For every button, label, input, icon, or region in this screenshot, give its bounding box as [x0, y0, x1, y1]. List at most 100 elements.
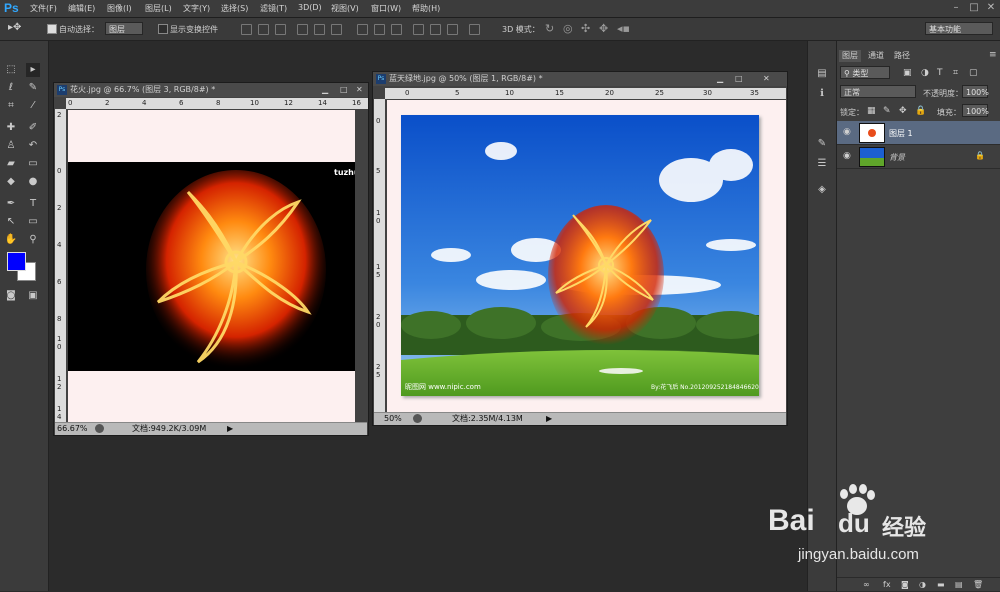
auto-align-icon[interactable] [469, 24, 480, 35]
eyedropper-tool-icon[interactable]: ⁄ [26, 99, 40, 113]
tab-layers[interactable]: 图层 [839, 50, 861, 62]
align-hcenter-icon[interactable] [314, 24, 325, 35]
lock-pixels-icon[interactable]: ✎ [883, 106, 891, 116]
show-transform-checkbox[interactable] [158, 24, 168, 34]
align-right-icon[interactable] [331, 24, 342, 35]
document-tab[interactable]: Ps 花火.jpg @ 66.7% (图层 3, RGB/8#) * ▁ □ ✕ [54, 83, 368, 97]
3d-scale-icon[interactable]: ◂▪ [617, 22, 630, 35]
3d-slide-icon[interactable]: ✥ [599, 22, 608, 35]
shape-tool-icon[interactable]: ▭ [26, 215, 40, 229]
auto-select-checkbox[interactable] [47, 24, 57, 34]
3d-panel-icon[interactable]: ◈ [815, 183, 829, 197]
adjustments-panel-icon[interactable]: ☰ [815, 157, 829, 171]
menu-edit[interactable]: 编辑(E) [68, 3, 95, 14]
layer-name[interactable]: 图层 1 [889, 128, 913, 139]
zoom-level[interactable]: 50% [384, 413, 402, 425]
move-tool-icon[interactable]: ▸✥ [8, 22, 21, 33]
panel-menu-icon[interactable]: ≡ [989, 50, 997, 60]
quick-mask-icon[interactable]: ◙ [4, 289, 18, 303]
dodge-tool-icon[interactable]: ● [26, 175, 40, 189]
document-window-huohua[interactable]: Ps 花火.jpg @ 66.7% (图层 3, RGB/8#) * ▁ □ ✕… [53, 82, 369, 436]
status-info-icon[interactable] [413, 414, 422, 423]
menu-layer[interactable]: 图层(L) [145, 3, 172, 14]
new-group-icon[interactable]: ▬ [937, 580, 945, 589]
menu-window[interactable]: 窗口(W) [371, 3, 401, 14]
layer-filter-select[interactable]: ⚲ 类型 [840, 66, 890, 79]
layer-name[interactable]: 背景 [889, 152, 905, 163]
marquee-tool-icon[interactable]: ⬚ [4, 63, 18, 77]
menu-select[interactable]: 选择(S) [221, 3, 248, 14]
3d-rotate-icon[interactable]: ↻ [545, 22, 554, 35]
status-menu-arrow-icon[interactable]: ▶ [227, 423, 233, 435]
lock-position-icon[interactable]: ✥ [899, 106, 907, 116]
new-layer-icon[interactable]: ▤ [955, 580, 963, 589]
filter-shape-icon[interactable]: ⌗ [953, 68, 958, 78]
filter-adjustment-icon[interactable]: ◑ [921, 68, 929, 78]
doc-close-button[interactable]: ✕ [356, 83, 363, 97]
3d-drag-icon[interactable]: ✣ [581, 22, 590, 35]
status-info-icon[interactable] [95, 424, 104, 433]
auto-select-target-select[interactable]: 图层 [105, 22, 143, 35]
lasso-tool-icon[interactable]: ℓ [4, 81, 18, 95]
distribute-vcenter-icon[interactable] [374, 24, 385, 35]
layer-style-icon[interactable]: fx [883, 580, 891, 589]
path-select-tool-icon[interactable]: ↖ [4, 215, 18, 229]
minimize-button[interactable]: – [948, 1, 964, 15]
distribute-left-icon[interactable] [413, 24, 424, 35]
crop-tool-icon[interactable]: ⌗ [4, 99, 18, 113]
history-brush-tool-icon[interactable]: ↶ [26, 139, 40, 153]
filter-smart-object-icon[interactable]: ▢ [969, 68, 978, 78]
menu-type[interactable]: 文字(Y) [183, 3, 210, 14]
fire-flower-image[interactable]: tuzhu [68, 162, 355, 371]
brush-panel-icon[interactable]: ✎ [815, 137, 829, 151]
eye-icon[interactable]: ◉ [843, 151, 851, 161]
layer-row[interactable]: ◉ 图层 1 [837, 121, 1000, 145]
doc-minimize-button[interactable]: ▁ [717, 72, 723, 86]
screen-mode-icon[interactable]: ▣ [26, 289, 40, 303]
clone-stamp-tool-icon[interactable]: ♙ [4, 139, 18, 153]
menu-file[interactable]: 文件(F) [30, 3, 57, 14]
opacity-field[interactable]: 100% [962, 85, 989, 98]
history-panel-icon[interactable]: ▤ [815, 67, 829, 81]
workspace-select[interactable]: 基本功能 [925, 22, 993, 35]
type-tool-icon[interactable]: T [26, 197, 40, 211]
gradient-tool-icon[interactable]: ▭ [26, 157, 40, 171]
distribute-hcenter-icon[interactable] [430, 24, 441, 35]
filter-pixel-icon[interactable]: ▣ [903, 68, 912, 78]
document-tab[interactable]: Ps 蓝天绿地.jpg @ 50% (图层 1, RGB/8#) * ▁ □ ✕ [373, 72, 787, 86]
align-bottom-icon[interactable] [275, 24, 286, 35]
distribute-bottom-icon[interactable] [391, 24, 402, 35]
layer-mask-icon[interactable]: ◙ [901, 580, 909, 589]
distribute-top-icon[interactable] [357, 24, 368, 35]
lock-transparency-icon[interactable]: ▦ [867, 106, 876, 116]
menu-view[interactable]: 视图(V) [331, 3, 359, 14]
brush-tool-icon[interactable]: ✐ [26, 121, 40, 135]
fill-field[interactable]: 100% [962, 104, 989, 117]
maximize-button[interactable]: □ [966, 1, 982, 15]
status-menu-arrow-icon[interactable]: ▶ [546, 413, 552, 425]
lock-all-icon[interactable]: 🔒 [915, 106, 926, 116]
doc-maximize-button[interactable]: □ [735, 72, 743, 86]
foreground-color-swatch-front[interactable] [7, 252, 26, 271]
move-tool-icon[interactable]: ▸ [26, 63, 40, 77]
healing-brush-tool-icon[interactable]: ✚ [4, 121, 18, 135]
delete-layer-icon[interactable]: 🗑 [973, 580, 983, 589]
tab-paths[interactable]: 路径 [891, 50, 913, 62]
layer-row[interactable]: ◉ 背景 🔒 [837, 145, 1000, 169]
zoom-level[interactable]: 66.67% [57, 423, 88, 435]
doc-minimize-button[interactable]: ▁ [322, 83, 328, 97]
document-window-lantian[interactable]: Ps 蓝天绿地.jpg @ 50% (图层 1, RGB/8#) * ▁ □ ✕… [372, 71, 788, 426]
canvas-pasteboard[interactable]: 昵图网 www.nipic.com By:花飞后 No.201209252184… [387, 100, 786, 412]
menu-help[interactable]: 帮助(H) [412, 3, 440, 14]
filter-type-icon[interactable]: T [937, 68, 943, 78]
blur-tool-icon[interactable]: ◆ [4, 175, 18, 189]
doc-maximize-button[interactable]: □ [340, 83, 348, 97]
close-button[interactable]: ✕ [983, 1, 999, 15]
distribute-right-icon[interactable] [447, 24, 458, 35]
align-vcenter-icon[interactable] [258, 24, 269, 35]
adjustment-layer-icon[interactable]: ◑ [919, 580, 926, 589]
align-top-icon[interactable] [241, 24, 252, 35]
zoom-tool-icon[interactable]: ⚲ [26, 233, 40, 247]
align-left-icon[interactable] [297, 24, 308, 35]
menu-image[interactable]: 图像(I) [107, 3, 132, 14]
